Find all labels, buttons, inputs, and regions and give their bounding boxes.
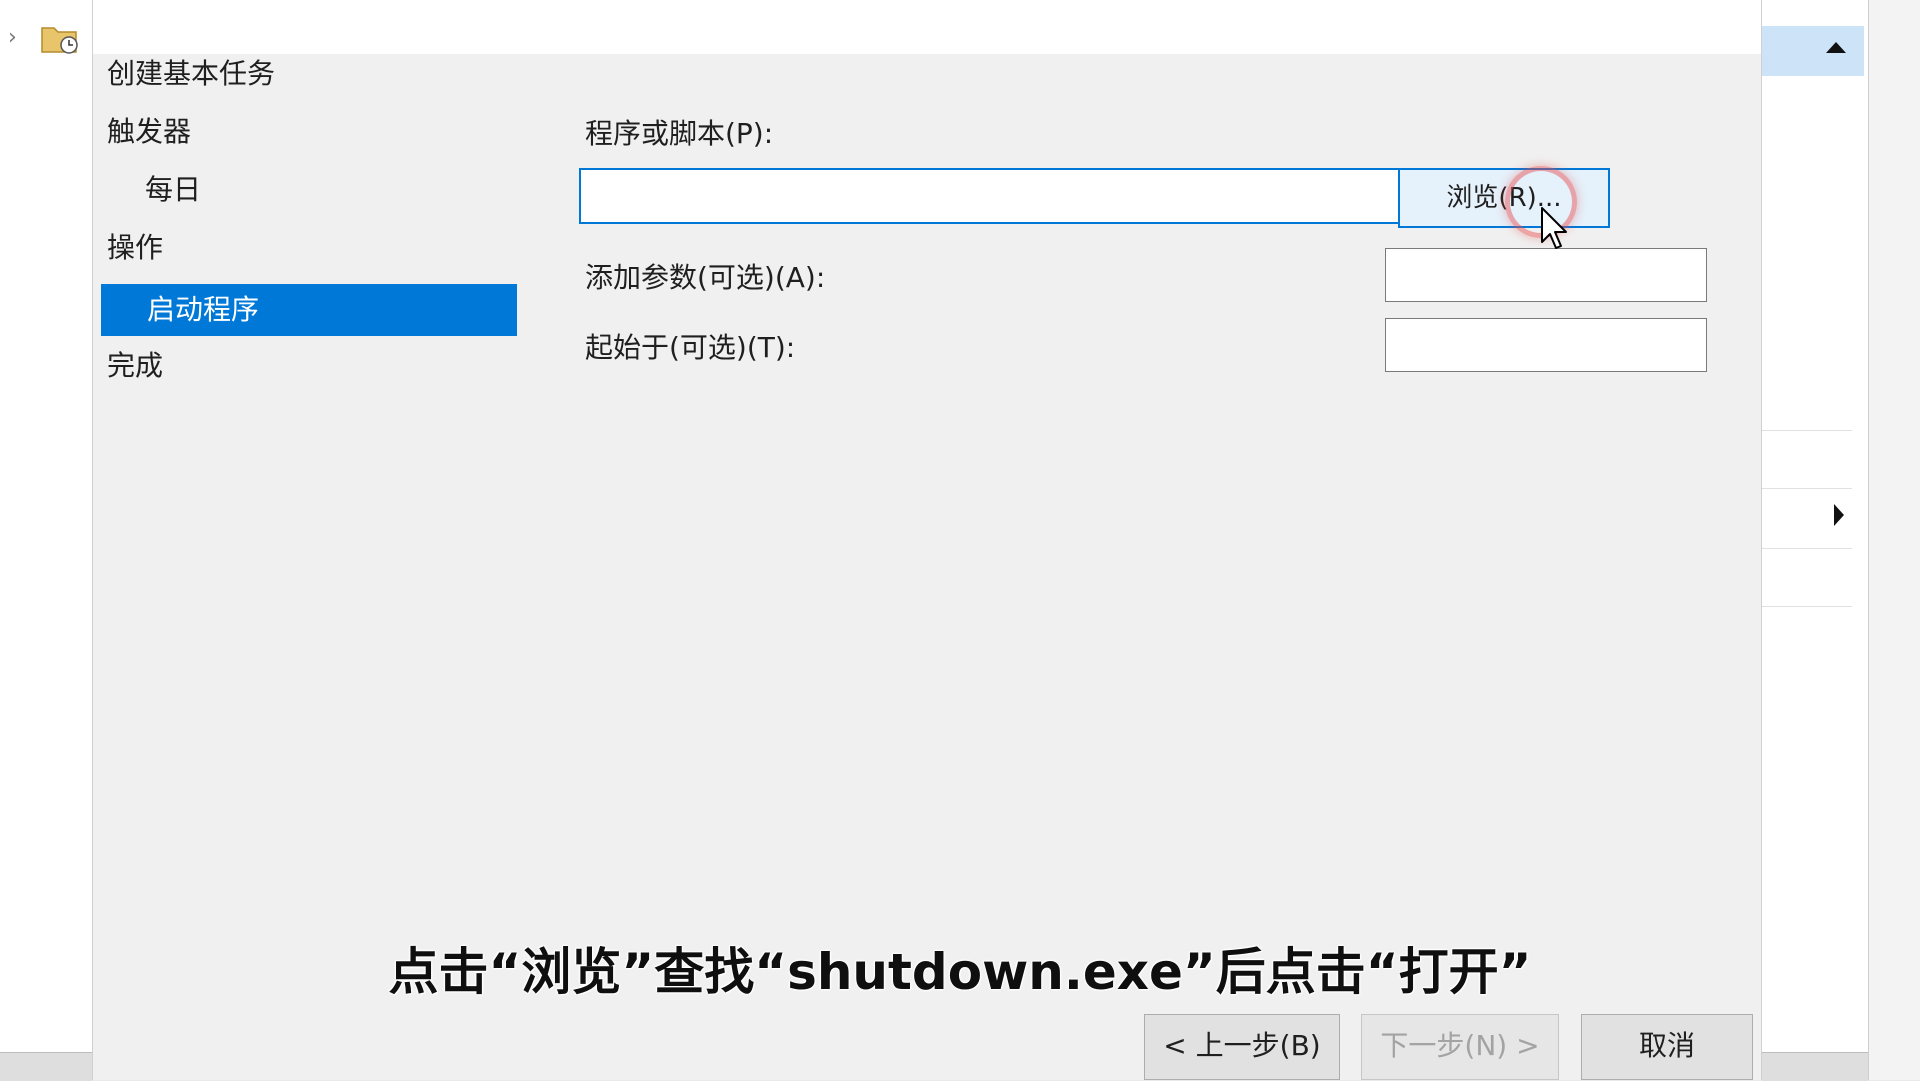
step-finish[interactable]: 完成 [107,346,163,386]
browse-button[interactable]: 浏览(R)... [1398,168,1610,228]
program-script-input[interactable] [579,168,1485,224]
actions-pane-inner [1762,0,1869,1080]
step-trigger[interactable]: 触发器 [107,112,191,152]
actions-divider [1762,606,1852,607]
dialog-header-strip [93,0,1761,54]
wizard-title: 创建基本任务 [107,57,276,90]
arguments-label: 添加参数(可选)(A): [585,261,826,294]
program-script-label: 程序或脚本(P): [585,117,774,150]
start-in-input[interactable] [1385,318,1707,372]
arguments-input[interactable] [1385,248,1707,302]
left-pane-status-strip [0,1052,92,1081]
actions-pane-status-strip [1762,1052,1868,1081]
navigation-tree-pane: › [0,0,93,1081]
step-start-program[interactable]: 启动程序 [101,284,517,336]
back-button[interactable]: < 上一步(B) [1144,1014,1340,1080]
step-start-program-label: 启动程序 [147,293,260,326]
step-action[interactable]: 操作 [107,228,163,268]
create-basic-task-dialog: 创建基本任务 触发器 每日 操作 启动程序 完成 程序或脚本(P): 浏览(R)… [92,0,1762,1080]
actions-divider [1762,430,1852,431]
actions-divider [1762,548,1852,549]
mouse-cursor-icon [1541,207,1567,249]
chevron-right-icon[interactable]: › [8,27,24,49]
task-folder-icon[interactable] [40,20,80,56]
triangle-right-icon[interactable] [1834,504,1844,526]
actions-pane-header[interactable] [1762,26,1864,76]
cancel-button[interactable]: 取消 [1581,1014,1753,1080]
actions-divider [1762,488,1852,489]
step-daily[interactable]: 每日 [145,170,201,210]
start-in-label: 起始于(可选)(T): [585,331,796,364]
triangle-up-icon[interactable] [1826,42,1846,53]
next-button[interactable]: 下一步(N) > [1361,1014,1559,1080]
